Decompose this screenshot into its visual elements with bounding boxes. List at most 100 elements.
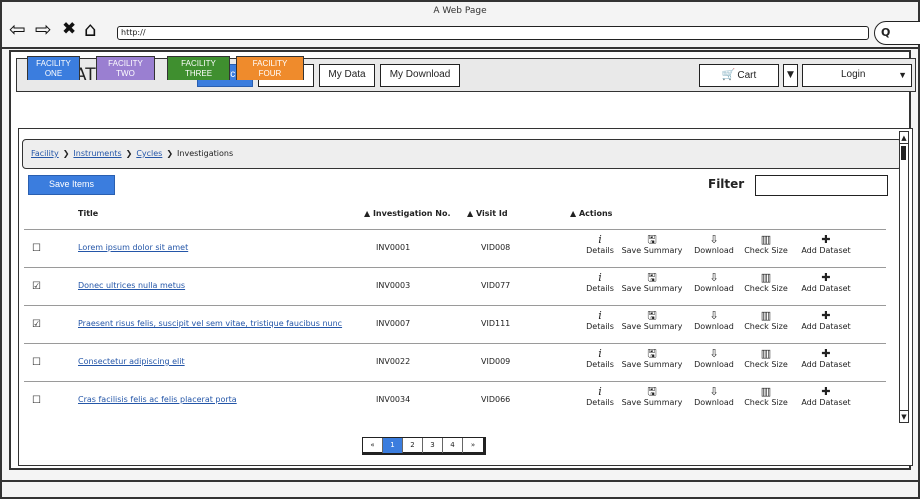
- download-action[interactable]: ⇩ Download: [687, 272, 741, 294]
- pagination-next[interactable]: »: [463, 438, 483, 453]
- row-checkbox[interactable]: ☑: [32, 281, 41, 292]
- download-action[interactable]: ⇩ Download: [687, 310, 741, 332]
- save-items-button[interactable]: Save Items: [28, 175, 115, 195]
- breadcrumb-link-instruments[interactable]: Instruments: [73, 149, 121, 158]
- tab-label-line1: FACILITY: [108, 59, 143, 68]
- add-dataset-action[interactable]: ✚ Add Dataset: [794, 386, 858, 408]
- table-row: ☐ Cras facilisis felis ac felis placerat…: [19, 382, 899, 420]
- check-size-action[interactable]: ▥ Check Size: [735, 233, 797, 256]
- save-icon: 🖫: [647, 309, 657, 322]
- cart-label: Cart: [737, 70, 757, 81]
- row-checkbox[interactable]: ☑: [32, 319, 41, 330]
- row-investigation-no: INV0003: [376, 281, 411, 290]
- row-checkbox[interactable]: ☐: [32, 357, 41, 368]
- table-row: ☐ Consectetur adipiscing elit INV0022 VI…: [19, 344, 899, 382]
- download-action[interactable]: ⇩ Download: [687, 234, 741, 256]
- tab-label-line2: THREE: [184, 69, 213, 78]
- save-summary-action[interactable]: 🖫 Save Summary: [614, 272, 690, 294]
- address-bar[interactable]: http://: [117, 26, 869, 40]
- add-dataset-action[interactable]: ✚ Add Dataset: [794, 271, 858, 294]
- check-size-action[interactable]: ▥ Check Size: [735, 386, 797, 408]
- action-label: Add Dataset: [801, 246, 851, 255]
- pagination-page-4[interactable]: 4: [443, 438, 463, 453]
- back-icon[interactable]: ⇦: [9, 19, 26, 39]
- pagination-page-1[interactable]: 1: [383, 438, 403, 453]
- pagination: « 1 2 3 4 »: [362, 437, 486, 455]
- filter-label: Filter: [708, 177, 745, 191]
- scroll-up-icon[interactable]: ▲: [900, 132, 908, 144]
- row-title-link[interactable]: Consectetur adipiscing elit: [78, 357, 185, 366]
- download-action[interactable]: ⇩ Download: [687, 347, 741, 370]
- tab-facility-three[interactable]: FACILITY THREE: [167, 56, 230, 80]
- row-title-link[interactable]: Cras facilisis felis ac felis placerat p…: [78, 395, 237, 404]
- chart-icon: ▥: [760, 233, 772, 246]
- action-label: Check Size: [744, 360, 788, 369]
- column-header-investigation[interactable]: ▲ Investigation No.: [364, 209, 451, 218]
- tab-facility-four[interactable]: FACILITY FOUR: [236, 56, 304, 80]
- scroll-thumb[interactable]: [901, 146, 906, 160]
- row-checkbox[interactable]: ☐: [32, 243, 41, 254]
- vertical-scrollbar[interactable]: ▲ ▼: [899, 131, 909, 423]
- pagination-page-2[interactable]: 2: [403, 438, 423, 453]
- cart-dropdown-caret[interactable]: ▼: [783, 64, 798, 87]
- tab-label-line2: FOUR: [258, 69, 282, 78]
- column-header-actions[interactable]: ▲ Actions: [570, 209, 612, 218]
- action-label: Save Summary: [621, 284, 683, 293]
- tab-label-line1: FACILITY: [181, 59, 216, 68]
- row-title-link[interactable]: Praesent risus felis, suscipit vel sem v…: [78, 319, 342, 328]
- add-dataset-action[interactable]: ✚ Add Dataset: [794, 348, 858, 370]
- breadcrumb-link-facility[interactable]: Facility: [31, 149, 59, 158]
- sort-icon: ▲: [467, 209, 474, 218]
- chevron-down-icon: ▼: [898, 70, 907, 80]
- check-size-action[interactable]: ▥ Check Size: [735, 347, 797, 370]
- save-summary-action[interactable]: 🖫 Save Summary: [614, 386, 690, 408]
- row-checkbox[interactable]: ☐: [32, 395, 41, 406]
- tab-facility-two[interactable]: FACILITY TWO: [96, 56, 155, 80]
- pagination-page-3[interactable]: 3: [423, 438, 443, 453]
- download-icon: ⇩: [709, 347, 719, 360]
- browser-search-box[interactable]: Q: [874, 21, 920, 45]
- save-icon: 🖫: [647, 233, 657, 246]
- login-button[interactable]: Login ▼: [802, 64, 912, 87]
- scroll-down-icon[interactable]: ▼: [900, 410, 908, 422]
- breadcrumb-separator: ❯: [125, 149, 133, 158]
- breadcrumb-link-cycles[interactable]: Cycles: [136, 149, 162, 158]
- status-bar: [0, 480, 920, 482]
- add-dataset-action[interactable]: ✚ Add Dataset: [794, 233, 858, 256]
- column-header-visit[interactable]: ▲ Visit Id: [467, 209, 508, 218]
- table-row: ☑ Praesent risus felis, suscipit vel sem…: [19, 306, 899, 344]
- cart-button[interactable]: 🛒 Cart: [699, 64, 779, 87]
- plus-icon: ✚: [821, 271, 831, 284]
- row-investigation-no: INV0022: [376, 357, 411, 366]
- pagination-prev[interactable]: «: [363, 438, 383, 453]
- save-summary-action[interactable]: 🖫 Save Summary: [614, 233, 690, 256]
- check-size-action[interactable]: ▥ Check Size: [735, 310, 797, 332]
- home-icon[interactable]: ⌂: [84, 19, 97, 39]
- plus-icon: ✚: [821, 233, 831, 246]
- action-label: Download: [694, 398, 734, 407]
- add-dataset-action[interactable]: ✚ Add Dataset: [794, 309, 858, 332]
- row-title-link[interactable]: Lorem ipsum dolor sit amet: [78, 243, 188, 252]
- action-label: Download: [694, 322, 734, 331]
- check-size-action[interactable]: ▥ Check Size: [735, 271, 797, 294]
- filter-input[interactable]: [755, 175, 888, 196]
- action-label: Save Summary: [621, 360, 683, 369]
- nav-my-data-button[interactable]: My Data: [319, 64, 375, 87]
- tab-facility-one[interactable]: FACILITY ONE: [27, 56, 80, 80]
- stop-icon[interactable]: ✖: [62, 19, 76, 39]
- forward-icon[interactable]: ⇨: [35, 19, 52, 39]
- row-visit-id: VID008: [481, 243, 511, 252]
- action-label: Details: [586, 322, 614, 331]
- address-bar-text: http://: [121, 28, 146, 37]
- column-header-title[interactable]: Title: [78, 209, 98, 218]
- save-summary-action[interactable]: 🖫 Save Summary: [614, 348, 690, 370]
- chart-icon: ▥: [760, 347, 772, 360]
- save-summary-action[interactable]: 🖫 Save Summary: [614, 309, 690, 332]
- chart-icon: ▥: [760, 271, 772, 284]
- download-action[interactable]: ⇩ Download: [687, 386, 741, 408]
- row-title-link[interactable]: Donec ultrices nulla metus: [78, 281, 185, 290]
- plus-icon: ✚: [821, 309, 831, 322]
- nav-my-download-button[interactable]: My Download: [380, 64, 460, 87]
- action-label: Check Size: [744, 398, 788, 407]
- action-label: Add Dataset: [801, 322, 851, 331]
